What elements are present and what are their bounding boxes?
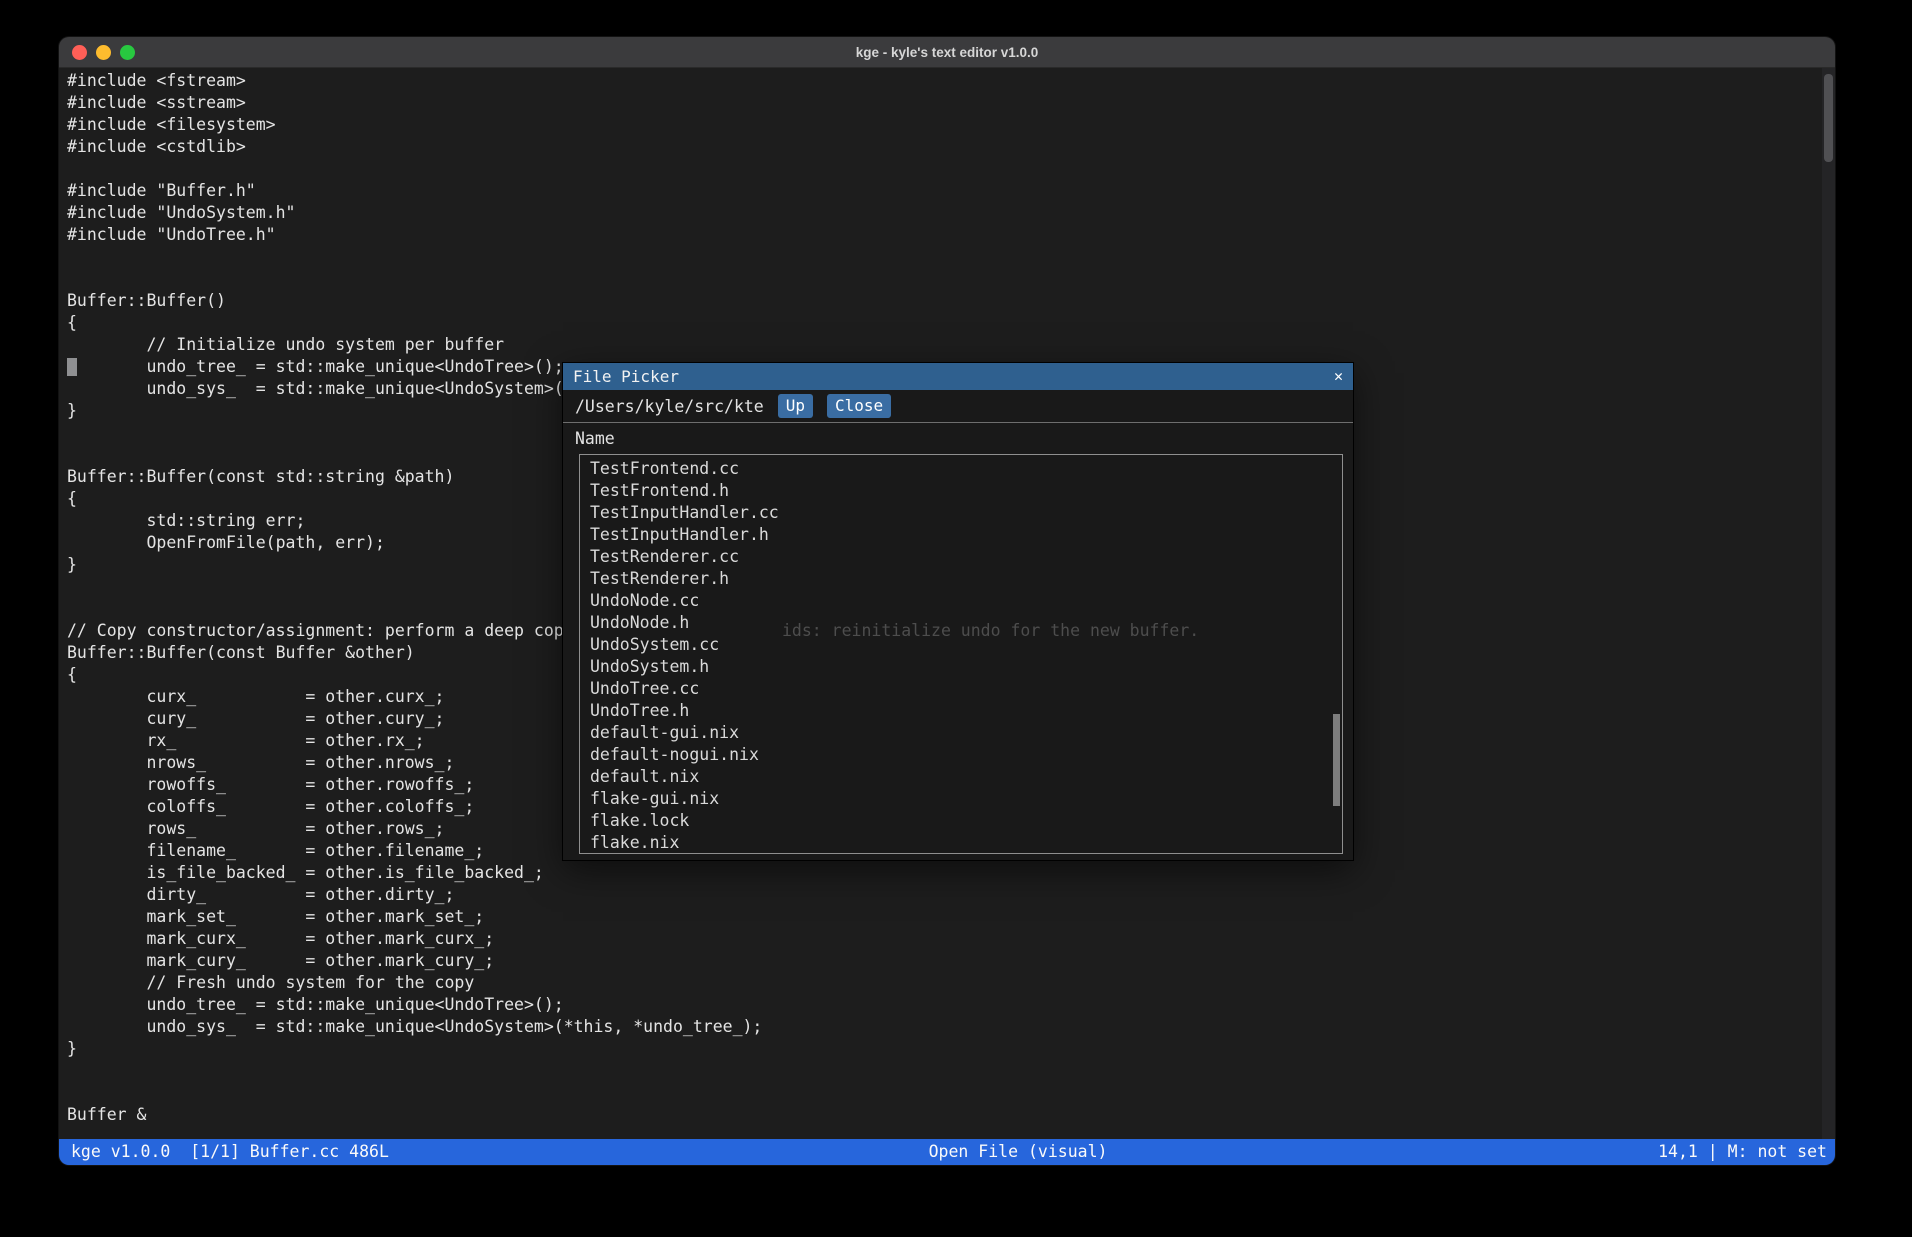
text-cursor [67,358,77,376]
file-list-item[interactable]: flake-gui.nix [580,788,1342,810]
file-list-item[interactable]: TestFrontend.h [580,480,1342,502]
status-mode: Open File (visual) [929,1139,1108,1165]
status-version-file: kge v1.0.0 [1/1] Buffer.cc 486L [71,1139,389,1165]
path-row: /Users/kyle/src/kte Up Close [563,390,1353,423]
file-picker-titlebar[interactable]: File Picker ✕ [563,363,1353,390]
editor-area: #include <fstream> #include <sstream> #i… [59,68,1835,1139]
path-input[interactable]: /Users/kyle/src/kte [575,397,764,416]
up-button[interactable]: Up [778,394,813,417]
minimize-window-button[interactable] [96,45,111,60]
traffic-lights [72,37,135,67]
editor-window: kge - kyle's text editor v1.0.0 #include… [59,37,1835,1165]
file-list-item[interactable]: TestInputHandler.cc [580,502,1342,524]
file-list-item[interactable]: TestInputHandler.h [580,524,1342,546]
status-cursor-position: 14,1 | M: not set [1658,1139,1827,1165]
file-list-item[interactable]: default-nogui.nix [580,744,1342,766]
editor-scrollbar[interactable] [1822,68,1835,1139]
status-bar: kge v1.0.0 [1/1] Buffer.cc 486L Open Fil… [59,1139,1835,1165]
file-list-item[interactable]: flake.lock [580,810,1342,832]
file-list: TestFrontend.ccTestFrontend.hTestInputHa… [579,454,1343,854]
file-list-item[interactable]: default-gui.nix [580,722,1342,744]
file-list-item[interactable]: UndoTree.cc [580,678,1342,700]
file-list-scrollbar-thumb[interactable] [1333,714,1340,806]
file-picker-title: File Picker [573,367,679,386]
close-icon[interactable]: ✕ [1334,369,1343,384]
file-list-item[interactable]: TestFrontend.cc [580,458,1342,480]
list-header-name: Name [563,423,1353,454]
file-list-item[interactable]: flake.nix [580,832,1342,854]
file-list-item[interactable]: UndoNode.h [580,612,1342,634]
file-list-item[interactable]: default.nix [580,766,1342,788]
file-list-item[interactable]: TestRenderer.h [580,568,1342,590]
file-picker-dialog: File Picker ✕ /Users/kyle/src/kte Up Clo… [563,363,1353,860]
window-titlebar[interactable]: kge - kyle's text editor v1.0.0 [59,37,1835,68]
file-list-item[interactable]: UndoSystem.h [580,656,1342,678]
close-window-button[interactable] [72,45,87,60]
editor-scrollbar-thumb[interactable] [1824,74,1833,162]
window-title: kge - kyle's text editor v1.0.0 [59,45,1835,60]
zoom-window-button[interactable] [120,45,135,60]
file-list-item[interactable]: UndoNode.cc [580,590,1342,612]
close-button[interactable]: Close [827,394,891,417]
file-list-item[interactable]: UndoSystem.cc [580,634,1342,656]
file-list-item[interactable]: UndoTree.h [580,700,1342,722]
file-list-item[interactable]: TestRenderer.cc [580,546,1342,568]
